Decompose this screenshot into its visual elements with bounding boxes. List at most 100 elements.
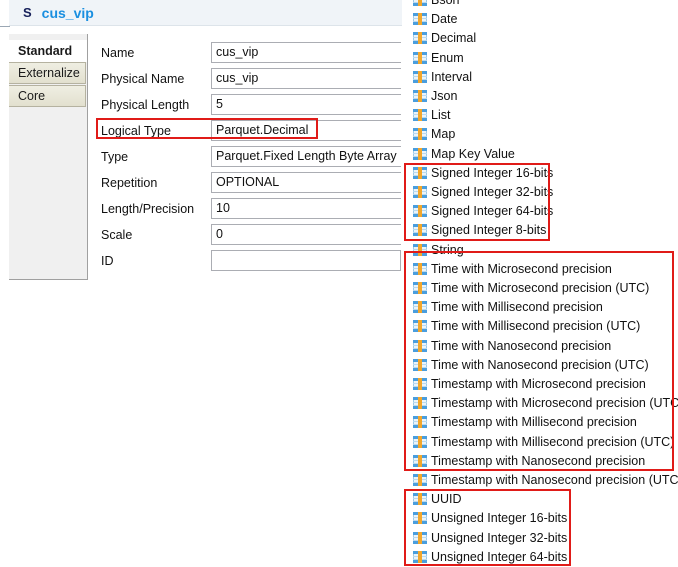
- list-item-label: Unsigned Integer 64-bits: [431, 549, 568, 564]
- list-item-label: Timestamp with Millisecond precision (UT…: [431, 434, 675, 449]
- table-column-icon: [413, 127, 427, 141]
- list-item-label: Signed Integer 32-bits: [431, 185, 554, 200]
- form-row-name: Name cus_vip: [0, 42, 402, 68]
- logical-type-dropdown-list[interactable]: Bson Date Decimal Enum Interval Json List Map Ma…: [402, 0, 678, 567]
- list-item[interactable]: List: [402, 106, 678, 125]
- table-column-icon: [413, 89, 427, 103]
- label-physical-length: Physical Length: [101, 98, 190, 112]
- table-column-icon: [413, 223, 427, 237]
- label-repetition: Repetition: [101, 176, 158, 190]
- list-item-label: Signed Integer 8-bits: [431, 223, 547, 238]
- table-column-icon: [413, 108, 427, 122]
- list-item[interactable]: Time with Millisecond precision: [402, 298, 678, 317]
- list-item[interactable]: Time with Nanosecond precision (UTC): [402, 355, 678, 374]
- table-column-icon: [413, 31, 427, 45]
- list-item-label: Map Key Value: [431, 146, 515, 161]
- list-item[interactable]: Timestamp with Microsecond precision: [402, 375, 678, 394]
- property-panel: S cus_vip Standard Externalize Core Name…: [0, 0, 402, 567]
- list-item[interactable]: Timestamp with Millisecond precision (UT…: [402, 432, 678, 451]
- table-column-icon: [413, 473, 427, 487]
- list-item-label: Decimal: [431, 31, 477, 46]
- input-scale[interactable]: 0: [211, 224, 401, 245]
- list-item-label: Interval: [431, 69, 472, 84]
- list-item[interactable]: Signed Integer 32-bits: [402, 183, 678, 202]
- list-item[interactable]: Time with Microsecond precision (UTC): [402, 279, 678, 298]
- label-name: Name: [101, 46, 135, 60]
- list-item[interactable]: Timestamp with Nanosecond precision (UTC…: [402, 471, 678, 490]
- list-item[interactable]: Signed Integer 8-bits: [402, 221, 678, 240]
- label-scale: Scale: [101, 228, 133, 242]
- table-column-icon: [413, 454, 427, 468]
- list-item-label: Bson: [431, 0, 460, 8]
- list-item-label: Time with Nanosecond precision: [431, 338, 612, 353]
- form-row-id: ID: [0, 250, 402, 276]
- list-item[interactable]: Map Key Value: [402, 144, 678, 163]
- list-item[interactable]: Enum: [402, 48, 678, 67]
- input-type[interactable]: Parquet.Fixed Length Byte Array: [211, 146, 401, 167]
- list-item[interactable]: Unsigned Integer 32-bits: [402, 528, 678, 547]
- list-item-label: Time with Nanosecond precision (UTC): [431, 357, 649, 372]
- table-column-icon: [413, 51, 427, 65]
- list-item[interactable]: String: [402, 240, 678, 259]
- list-item-label: Date: [431, 12, 458, 27]
- table-column-icon: [413, 492, 427, 506]
- list-item-label: Time with Microsecond precision (UTC): [431, 281, 650, 296]
- list-item[interactable]: Signed Integer 16-bits: [402, 163, 678, 182]
- table-column-icon: [413, 12, 427, 26]
- list-item-label: Time with Millisecond precision (UTC): [431, 319, 641, 334]
- list-item-label: Signed Integer 16-bits: [431, 165, 554, 180]
- table-column-icon: [413, 531, 427, 545]
- input-physical-name[interactable]: cus_vip: [211, 68, 401, 89]
- list-item-label: Timestamp with Nanosecond precision (UTC…: [431, 473, 678, 488]
- list-item-label: Json: [431, 89, 458, 104]
- input-logical-type[interactable]: Parquet.Decimal: [211, 120, 401, 141]
- list-item[interactable]: Timestamp with Millisecond precision: [402, 413, 678, 432]
- list-item[interactable]: Unsigned Integer 16-bits: [402, 509, 678, 528]
- list-item[interactable]: Time with Nanosecond precision: [402, 336, 678, 355]
- list-item-label: Time with Microsecond precision: [431, 261, 612, 276]
- list-item-label: Unsigned Integer 32-bits: [431, 530, 568, 545]
- label-id: ID: [101, 254, 114, 268]
- table-column-icon: [413, 511, 427, 525]
- list-item[interactable]: Json: [402, 87, 678, 106]
- table-column-icon: [413, 377, 427, 391]
- list-item[interactable]: Time with Millisecond precision (UTC): [402, 317, 678, 336]
- list-item-label: Timestamp with Microsecond precision (UT…: [431, 396, 678, 411]
- list-item[interactable]: Bson: [402, 0, 678, 10]
- list-item[interactable]: UUID: [402, 490, 678, 509]
- input-physical-length[interactable]: 5: [211, 94, 401, 115]
- list-item-label: Timestamp with Microsecond precision: [431, 377, 646, 392]
- table-column-icon: [413, 204, 427, 218]
- list-item[interactable]: Date: [402, 10, 678, 29]
- list-item[interactable]: Interval: [402, 67, 678, 86]
- table-column-icon: [413, 300, 427, 314]
- list-item[interactable]: Signed Integer 64-bits: [402, 202, 678, 221]
- form-row-length-precision: Length/Precision 10: [0, 198, 402, 224]
- input-length-precision[interactable]: 10: [211, 198, 401, 219]
- form-row-repetition: Repetition OPTIONAL: [0, 172, 402, 198]
- input-id[interactable]: [211, 250, 401, 271]
- table-column-icon: [413, 396, 427, 410]
- list-item[interactable]: Time with Microsecond precision: [402, 259, 678, 278]
- label-physical-name: Physical Name: [101, 72, 185, 86]
- form-row-physical-name: Physical Name cus_vip: [0, 68, 402, 94]
- form-row-physical-length: Physical Length 5: [0, 94, 402, 120]
- table-column-icon: [413, 0, 427, 7]
- list-item[interactable]: Timestamp with Nanosecond precision: [402, 451, 678, 470]
- list-item-label: UUID: [431, 492, 462, 507]
- list-item-label: String: [431, 242, 464, 257]
- list-item[interactable]: Timestamp with Microsecond precision (UT…: [402, 394, 678, 413]
- label-length-precision: Length/Precision: [101, 202, 195, 216]
- table-column-icon: [413, 358, 427, 372]
- form-row-type: Type Parquet.Fixed Length Byte Array: [0, 146, 402, 172]
- entity-titlebar: S cus_vip: [9, 0, 402, 26]
- input-name[interactable]: cus_vip: [211, 42, 401, 63]
- list-item[interactable]: Map: [402, 125, 678, 144]
- table-column-icon: [413, 339, 427, 353]
- list-item[interactable]: Decimal: [402, 29, 678, 48]
- list-item-label: List: [431, 108, 451, 123]
- list-item[interactable]: Unsigned Integer 64-bits: [402, 547, 678, 566]
- table-column-icon: [413, 262, 427, 276]
- input-repetition[interactable]: OPTIONAL: [211, 172, 401, 193]
- label-type: Type: [101, 150, 129, 164]
